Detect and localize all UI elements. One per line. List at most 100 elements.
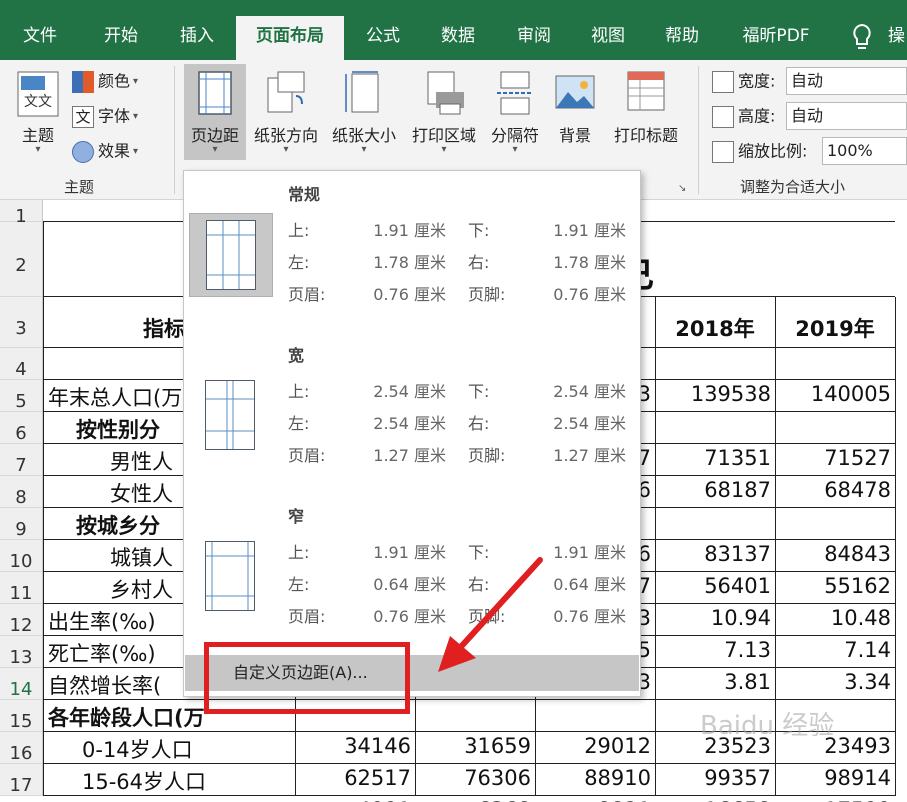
value-cell[interactable]: 7.14: [775, 638, 891, 662]
value-cell[interactable]: 71527: [775, 446, 891, 470]
effects-button[interactable]: 效果 ▾: [72, 136, 138, 166]
lightbulb-icon[interactable]: [850, 22, 874, 52]
tab-foxit-pdf[interactable]: 福昕PDF: [730, 16, 822, 60]
tab-file[interactable]: 文件: [8, 16, 72, 60]
row-label-cell[interactable]: 出生率(‰): [48, 606, 156, 636]
value-cell[interactable]: 8821: [535, 798, 651, 802]
margin-value: 1.91 厘米: [553, 221, 626, 240]
value-cell[interactable]: 6368: [415, 798, 531, 802]
value-cell[interactable]: 31659: [415, 734, 531, 758]
preset-thumbnail: [189, 374, 273, 458]
themes-group-label: 主题: [64, 178, 95, 196]
row-label-cell[interactable]: 65岁以上人口: [82, 798, 214, 802]
tab-home[interactable]: 开始: [88, 16, 154, 60]
value-cell[interactable]: 3.81: [655, 670, 771, 694]
margins-button[interactable]: 页边距 ▾: [184, 64, 246, 160]
row-label-cell[interactable]: 按城乡分: [76, 510, 160, 540]
value-cell[interactable]: 76306: [415, 766, 531, 790]
value-cell[interactable]: 139538: [655, 382, 771, 406]
row-label-cell[interactable]: 按性别分: [76, 414, 160, 444]
scale-input[interactable]: 100%: [822, 137, 907, 165]
row-number[interactable]: 14: [0, 668, 43, 700]
row-label-cell[interactable]: 0-14岁人口: [82, 734, 193, 764]
value-cell[interactable]: 98914: [775, 766, 891, 790]
margin-value: 1.91 厘米: [373, 221, 446, 240]
value-cell[interactable]: 88910: [535, 766, 651, 790]
row-label-cell[interactable]: 15-64岁人口: [82, 766, 206, 796]
value-cell[interactable]: 17599: [775, 798, 891, 802]
row-number[interactable]: 8: [0, 476, 43, 508]
print-titles-button[interactable]: 打印标题: [606, 64, 686, 160]
row-number[interactable]: 16: [0, 732, 43, 764]
row-label-cell[interactable]: 死亡率(‰): [48, 638, 156, 668]
width-select[interactable]: 自动: [786, 67, 907, 95]
tab-view[interactable]: 视图: [576, 16, 640, 60]
page-margin-icon: [206, 220, 256, 290]
row-number[interactable]: 2: [0, 222, 43, 297]
tab-review[interactable]: 审阅: [502, 16, 566, 60]
tab-help[interactable]: 帮助: [650, 16, 714, 60]
header-cell[interactable]: 指标: [143, 313, 185, 343]
header-cell[interactable]: 2019年: [775, 313, 895, 343]
value-cell[interactable]: 34146: [295, 734, 411, 758]
tab-data[interactable]: 数据: [426, 16, 490, 60]
colors-button[interactable]: 颜色 ▾: [72, 66, 138, 96]
value-cell[interactable]: 56401: [655, 574, 771, 598]
value-cell[interactable]: 55162: [775, 574, 891, 598]
row-number[interactable]: 4: [0, 348, 43, 380]
margin-label: 页眉:: [288, 285, 326, 304]
row-number[interactable]: 5: [0, 380, 43, 412]
value-cell[interactable]: 10.48: [775, 606, 891, 630]
value-cell[interactable]: 71351: [655, 446, 771, 470]
value-cell[interactable]: 83137: [655, 542, 771, 566]
row-label-cell[interactable]: 自然增长率(: [48, 670, 161, 700]
margin-preset-option[interactable]: 常规 上: 1.91 厘米 下: 1.91 厘米 左: 1.78 厘米 右: 1…: [184, 173, 640, 333]
value-cell[interactable]: 84843: [775, 542, 891, 566]
breaks-button[interactable]: 分隔符 ▾: [486, 64, 544, 160]
value-cell[interactable]: 7.13: [655, 638, 771, 662]
margin-preset-option[interactable]: 宽 上: 2.54 厘米 下: 2.54 厘米 左: 2.54 厘米 右: 2.…: [184, 334, 640, 494]
value-cell[interactable]: 16658: [655, 798, 771, 802]
background-button[interactable]: 背景: [548, 64, 602, 160]
value-cell[interactable]: 3.34: [775, 670, 891, 694]
row-label-cell[interactable]: 城镇人: [110, 542, 173, 572]
value-cell[interactable]: 99357: [655, 766, 771, 790]
tab-page-layout[interactable]: 页面布局: [236, 16, 344, 60]
row-number[interactable]: 3: [0, 297, 43, 348]
fonts-button[interactable]: 文字体 ▾: [72, 101, 138, 131]
row-number[interactable]: 7: [0, 444, 43, 476]
height-select[interactable]: 自动: [786, 102, 907, 130]
size-button[interactable]: 纸张大小 ▾: [326, 64, 402, 160]
value-cell[interactable]: 62517: [295, 766, 411, 790]
value-cell[interactable]: 68187: [655, 478, 771, 502]
row-number[interactable]: 11: [0, 572, 43, 604]
row-number[interactable]: 10: [0, 540, 43, 572]
row-number[interactable]: 17: [0, 764, 43, 796]
value-cell[interactable]: 140005: [775, 382, 891, 406]
header-cell[interactable]: 2018年: [655, 313, 775, 343]
row-label-cell[interactable]: 女性人: [110, 478, 173, 508]
orientation-button[interactable]: 纸张方向 ▾: [248, 64, 324, 160]
print-area-button[interactable]: 打印区域 ▾: [404, 64, 484, 160]
group-divider: [174, 66, 175, 194]
row-number[interactable]: 6: [0, 412, 43, 444]
value-cell[interactable]: 10.94: [655, 606, 771, 630]
themes-button[interactable]: 文文 主题 ▾: [8, 64, 68, 160]
value-cell[interactable]: 29012: [535, 734, 651, 758]
row-number[interactable]: 13: [0, 636, 43, 668]
fonts-label: 字体: [98, 106, 131, 126]
tab-formulas[interactable]: 公式: [352, 16, 414, 60]
row-number[interactable]: 15: [0, 700, 43, 732]
value-cell[interactable]: 68478: [775, 478, 891, 502]
row-label-cell[interactable]: 各年龄段人口(万: [48, 702, 205, 732]
tab-insert[interactable]: 插入: [164, 16, 230, 60]
margin-preset-option[interactable]: 窄 上: 1.91 厘米 下: 1.91 厘米 左: 0.64 厘米 右: 0.…: [184, 495, 640, 655]
value-cell[interactable]: 4991: [295, 798, 411, 802]
row-number[interactable]: 9: [0, 508, 43, 540]
tell-me-search[interactable]: 操: [888, 16, 905, 56]
row-number[interactable]: 12: [0, 604, 43, 636]
row-label-cell[interactable]: 年末总人口(万: [48, 382, 182, 412]
row-label-cell[interactable]: 男性人: [110, 446, 173, 476]
row-number[interactable]: 1: [0, 200, 43, 227]
row-label-cell[interactable]: 乡村人: [110, 574, 173, 604]
